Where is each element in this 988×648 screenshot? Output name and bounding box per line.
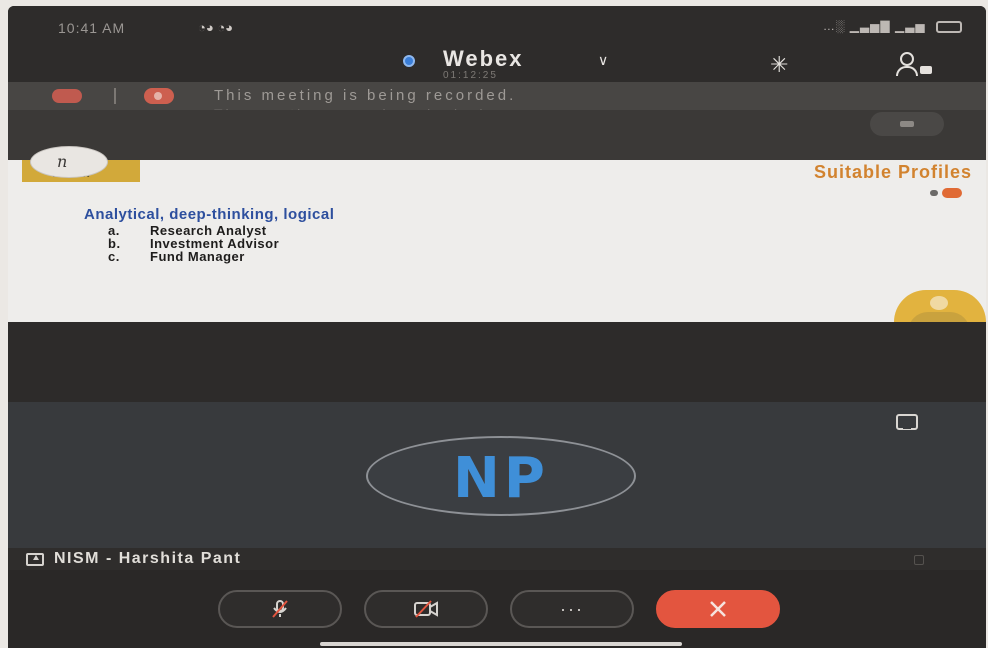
slide-decoration <box>918 188 968 198</box>
participant-avatar: NP <box>366 436 636 516</box>
tile-options-icon[interactable] <box>914 555 924 565</box>
signal-icon: …░ ▁▃▅▇ ▁▃▅ <box>822 19 926 33</box>
recording-notice: This meeting is being recorded. <box>214 87 517 104</box>
more-options-button[interactable]: ··· <box>510 590 634 628</box>
stage-background <box>8 322 986 402</box>
lock-status-icon <box>52 89 82 103</box>
participant-name-bar: NISM - Harshita Pant <box>8 548 986 570</box>
call-controls: ··· <box>8 570 986 648</box>
participant-body-shape <box>896 66 918 76</box>
decoration-dot-grey <box>930 190 938 196</box>
participant-name: NISM - Harshita Pant <box>54 550 242 567</box>
decoration-dot-orange <box>942 188 962 198</box>
screen-share-icon <box>26 553 44 566</box>
leave-meeting-button[interactable] <box>656 590 780 628</box>
slide-title: Suitable Profiles <box>813 162 972 182</box>
participant-head-shape <box>900 52 914 66</box>
more-icon: ··· <box>560 599 584 619</box>
bluetooth-audio-icon[interactable]: ✳ <box>770 52 788 78</box>
avatar-initials: NP <box>453 446 549 511</box>
participants-icon[interactable] <box>894 50 938 80</box>
recording-icon <box>144 88 174 104</box>
participant-tag-shape <box>920 66 932 74</box>
status-bar: 10:41 AM ◔◕ ◔◕ …░ ▁▃▅▇ ▁▃▅ <box>8 6 986 46</box>
list-text: Fund Manager <box>150 249 245 264</box>
close-icon <box>710 601 726 617</box>
profile-list: a. Research Analyst b. Investment Advisor … <box>108 224 279 263</box>
camera-off-icon <box>414 600 438 618</box>
list-item: c. Fund Manager <box>108 250 279 263</box>
layout-toggle-button[interactable] <box>870 112 944 136</box>
phone-screen: 10:41 AM ◔◕ ◔◕ …░ ▁▃▅▇ ▁▃▅ Webex ∨ 01:12… <box>8 6 986 648</box>
chevron-down-icon: ∨ <box>598 52 609 68</box>
app-title: Webex <box>443 46 524 71</box>
recording-banner: This meeting is being recorded. The meet… <box>8 82 986 122</box>
battery-icon <box>936 20 962 33</box>
list-letter: c. <box>108 249 120 264</box>
shared-slide: NISM n Suitable Profiles Analytical, dee… <box>8 146 986 322</box>
content-toolbar <box>8 110 986 160</box>
mute-button[interactable] <box>218 590 342 628</box>
video-toggle-button[interactable] <box>364 590 488 628</box>
microphone-off-icon <box>272 600 288 618</box>
expand-icon[interactable] <box>896 414 918 430</box>
meeting-timer: 01:12:25 <box>443 70 498 81</box>
annotation-text: n <box>57 152 68 171</box>
annotation-bubble[interactable]: n <box>30 146 108 178</box>
status-dnd-icons: ◔◕ ◔◕ <box>198 20 234 35</box>
participant-video-tile[interactable]: NP <box>8 402 986 548</box>
signal-indicators: …░ ▁▃▅▇ ▁▃▅ <box>823 19 962 33</box>
home-indicator[interactable] <box>320 642 682 646</box>
slide-heading: Analytical, deep-thinking, logical <box>84 206 335 223</box>
status-time: 10:41 AM <box>58 20 126 36</box>
webex-logo-icon <box>403 55 415 67</box>
banner-divider <box>114 88 116 104</box>
meeting-header: Webex ∨ 01:12:25 ✳ <box>8 46 986 82</box>
presenter-avatar <box>894 290 986 322</box>
